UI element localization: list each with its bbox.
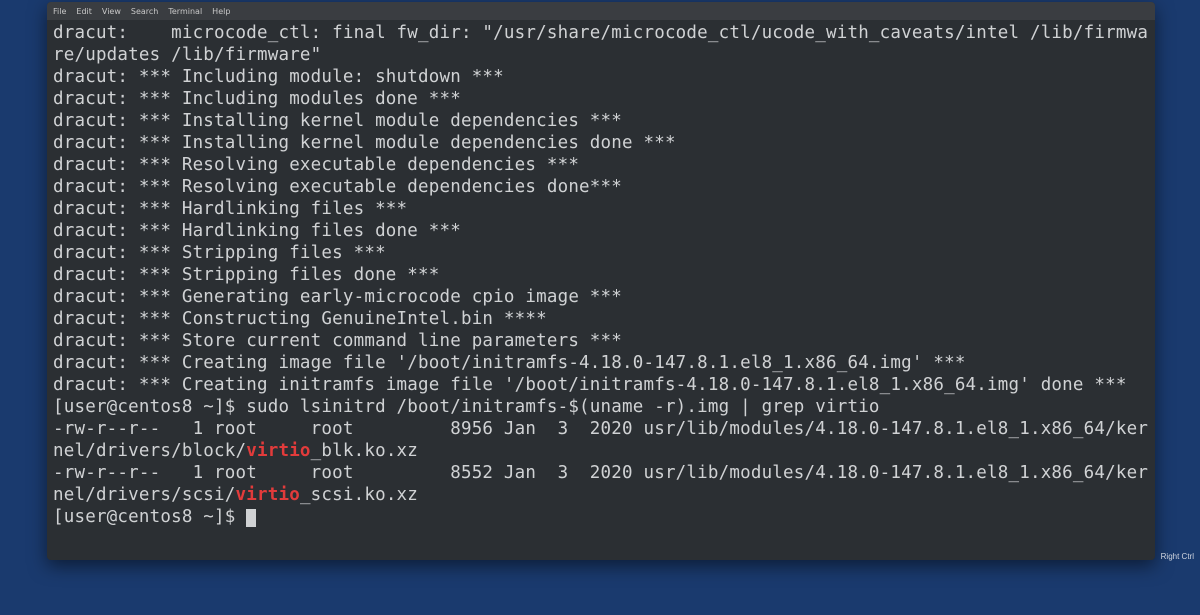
cursor <box>246 509 256 527</box>
terminal-line: dracut: *** Stripping files done *** <box>53 264 1149 286</box>
terminal-line: dracut: *** Resolving executable depende… <box>53 154 1149 176</box>
menu-edit[interactable]: Edit <box>76 7 92 16</box>
menu-file[interactable]: File <box>53 7 66 16</box>
terminal-line: dracut: *** Constructing GenuineIntel.bi… <box>53 308 1149 330</box>
terminal-line: dracut: *** Creating image file '/boot/i… <box>53 352 1149 374</box>
terminal-line: dracut: *** Including modules done *** <box>53 88 1149 110</box>
menu-terminal[interactable]: Terminal <box>168 7 202 16</box>
terminal-line: dracut: *** Installing kernel module dep… <box>53 132 1149 154</box>
terminal-line: dracut: *** Creating initramfs image fil… <box>53 374 1149 396</box>
terminal-line: dracut: *** Installing kernel module dep… <box>53 110 1149 132</box>
host-key-label: Right Ctrl <box>1161 552 1194 561</box>
menu-search[interactable]: Search <box>131 7 158 16</box>
terminal-line: -rw-r--r-- 1 root root 8552 Jan 3 2020 u… <box>53 462 1149 506</box>
terminal-line: [user@centos8 ~]$ <box>53 506 1149 528</box>
terminal-line: dracut: *** Hardlinking files *** <box>53 198 1149 220</box>
terminal-line: dracut: *** Including module: shutdown *… <box>53 66 1149 88</box>
terminal-line: dracut: *** Resolving executable depende… <box>53 176 1149 198</box>
terminal-line: dracut: *** Store current command line p… <box>53 330 1149 352</box>
host-statusbar: Right Ctrl <box>1161 552 1194 561</box>
terminal-line: dracut: *** Stripping files *** <box>53 242 1149 264</box>
terminal-line: dracut: microcode_ctl: final fw_dir: "/u… <box>53 22 1149 66</box>
terminal-window: File Edit View Search Terminal Help drac… <box>47 2 1155 560</box>
terminal-line: dracut: *** Hardlinking files done *** <box>53 220 1149 242</box>
terminal-line: [user@centos8 ~]$ sudo lsinitrd /boot/in… <box>53 396 1149 418</box>
menu-help[interactable]: Help <box>212 7 230 16</box>
menubar: File Edit View Search Terminal Help <box>47 2 1155 20</box>
terminal-output[interactable]: dracut: microcode_ctl: final fw_dir: "/u… <box>47 20 1155 560</box>
menu-view[interactable]: View <box>102 7 121 16</box>
terminal-line: dracut: *** Generating early-microcode c… <box>53 286 1149 308</box>
terminal-line: -rw-r--r-- 1 root root 8956 Jan 3 2020 u… <box>53 418 1149 462</box>
